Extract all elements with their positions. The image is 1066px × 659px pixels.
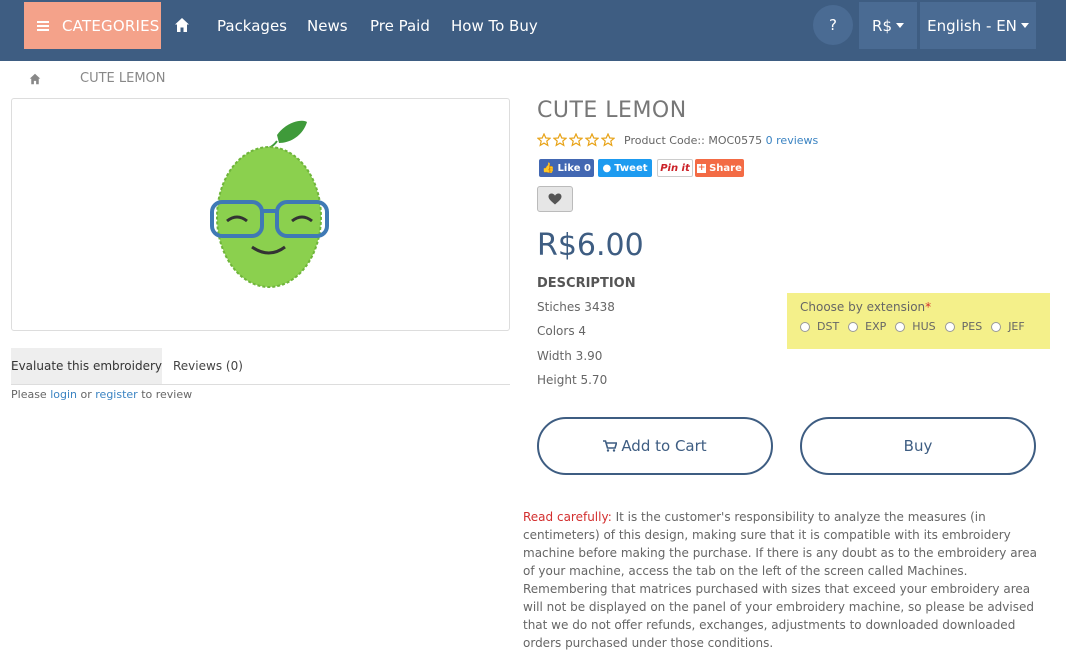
review-note-prefix: Please xyxy=(11,388,47,401)
notice-body: It is the customer's responsibility to a… xyxy=(523,510,1037,650)
radio-icon[interactable] xyxy=(848,321,859,332)
help-label: ? xyxy=(829,16,837,34)
pinit-label: Pin it xyxy=(660,162,690,174)
notice-lead: Read carefully: xyxy=(523,510,612,524)
star-icon[interactable] xyxy=(569,133,583,147)
spec-stitches: Stiches 3438 xyxy=(537,300,615,314)
tweet-label: Tweet xyxy=(614,162,648,174)
extension-label-wrap: Choose by extension* xyxy=(800,300,931,314)
reviews-link[interactable]: 0 reviews xyxy=(766,134,819,147)
radio-icon[interactable] xyxy=(800,321,810,332)
review-note-suffix: to review xyxy=(141,388,193,401)
home-icon[interactable] xyxy=(174,17,190,33)
wishlist-button[interactable] xyxy=(537,186,573,212)
nav-link-how-to-buy[interactable]: How To Buy xyxy=(451,17,538,35)
product-title: CUTE LEMON xyxy=(537,98,687,123)
top-navbar: CATEGORIES Packages News Pre Paid How To… xyxy=(0,0,1066,61)
spec-colors: Colors 4 xyxy=(537,324,587,338)
product-image-frame[interactable] xyxy=(11,98,510,331)
buy-button[interactable]: Buy xyxy=(800,417,1036,475)
language-dropdown[interactable]: English - EN xyxy=(920,2,1036,49)
spec-height: Height 5.70 xyxy=(537,373,608,387)
heart-icon xyxy=(548,193,562,205)
share-button[interactable]: + Share xyxy=(695,159,744,177)
extension-option-hus[interactable]: HUS xyxy=(895,320,936,333)
share-label: Share xyxy=(709,162,742,174)
extension-chooser: Choose by extension* DST EXP HUS PES JEF xyxy=(787,293,1050,349)
chevron-down-icon xyxy=(895,23,904,28)
rating-stars[interactable] xyxy=(537,133,615,147)
spec-width: Width 3.90 xyxy=(537,349,603,363)
currency-dropdown[interactable]: R$ xyxy=(859,2,917,49)
extension-option-label: HUS xyxy=(912,320,936,333)
thumbs-up-icon: 👍 xyxy=(542,162,555,174)
star-icon[interactable] xyxy=(553,133,567,147)
product-image xyxy=(210,120,329,288)
nav-link-prepaid[interactable]: Pre Paid xyxy=(370,17,430,35)
add-to-cart-button[interactable]: Add to Cart xyxy=(537,417,773,475)
purchase-notice: Read carefully: It is the customer's res… xyxy=(523,508,1051,652)
extension-option-label: JEF xyxy=(1008,320,1025,333)
star-icon[interactable] xyxy=(601,133,615,147)
categories-button[interactable]: CATEGORIES xyxy=(24,2,161,49)
pinterest-button[interactable]: Pin it xyxy=(657,159,693,177)
extension-option-dst[interactable]: DST xyxy=(800,320,839,333)
chevron-down-icon xyxy=(1020,23,1029,28)
add-to-cart-label: Add to Cart xyxy=(621,437,707,455)
star-icon[interactable] xyxy=(537,133,551,147)
review-note-or: or xyxy=(80,388,92,401)
twitter-bird-icon: ● xyxy=(602,162,612,174)
product-code-line: Product Code:: MOC0575 0 reviews xyxy=(624,134,818,147)
radio-icon[interactable] xyxy=(944,321,955,332)
review-login-note: Please login or register to review xyxy=(11,388,192,401)
facebook-like-button[interactable]: 👍 Like 0 xyxy=(539,159,594,177)
tab-divider xyxy=(11,384,510,385)
plus-icon: + xyxy=(697,162,707,173)
currency-label: R$ xyxy=(872,16,892,35)
tab-evaluate[interactable]: Evaluate this embroidery xyxy=(11,348,162,384)
login-link[interactable]: login xyxy=(50,388,77,401)
language-label: English - EN xyxy=(927,16,1017,35)
extension-option-label: PES xyxy=(961,320,983,333)
tab-reviews[interactable]: Reviews (0) xyxy=(173,359,243,373)
menu-icon xyxy=(37,20,49,31)
extension-option-jef[interactable]: JEF xyxy=(991,320,1025,333)
breadcrumb-current[interactable]: CUTE LEMON xyxy=(80,71,166,86)
star-icon[interactable] xyxy=(585,133,599,147)
radio-icon[interactable] xyxy=(895,321,906,332)
tweet-button[interactable]: ● Tweet xyxy=(598,159,652,177)
categories-label: CATEGORIES xyxy=(62,16,160,35)
nav-link-news[interactable]: News xyxy=(307,17,348,35)
extension-option-label: DST xyxy=(817,320,840,333)
extension-option-exp[interactable]: EXP xyxy=(848,320,886,333)
breadcrumb-home-icon[interactable] xyxy=(29,73,41,85)
radio-icon[interactable] xyxy=(991,321,1002,332)
help-button[interactable]: ? xyxy=(813,5,853,45)
buy-label: Buy xyxy=(903,437,933,455)
product-code: Product Code:: MOC0575 xyxy=(624,134,763,147)
like-label: Like 0 xyxy=(557,162,591,174)
product-price: R$6.00 xyxy=(537,228,644,263)
description-heading: DESCRIPTION xyxy=(537,276,636,291)
nav-link-packages[interactable]: Packages xyxy=(217,17,287,35)
extension-option-label: EXP xyxy=(865,320,887,333)
required-mark: * xyxy=(925,300,932,314)
extension-label: Choose by extension xyxy=(800,300,926,314)
register-link[interactable]: register xyxy=(95,388,137,401)
extension-option-pes[interactable]: PES xyxy=(944,320,983,333)
extension-options: DST EXP HUS PES JEF xyxy=(800,320,1034,333)
cart-icon xyxy=(603,440,618,452)
